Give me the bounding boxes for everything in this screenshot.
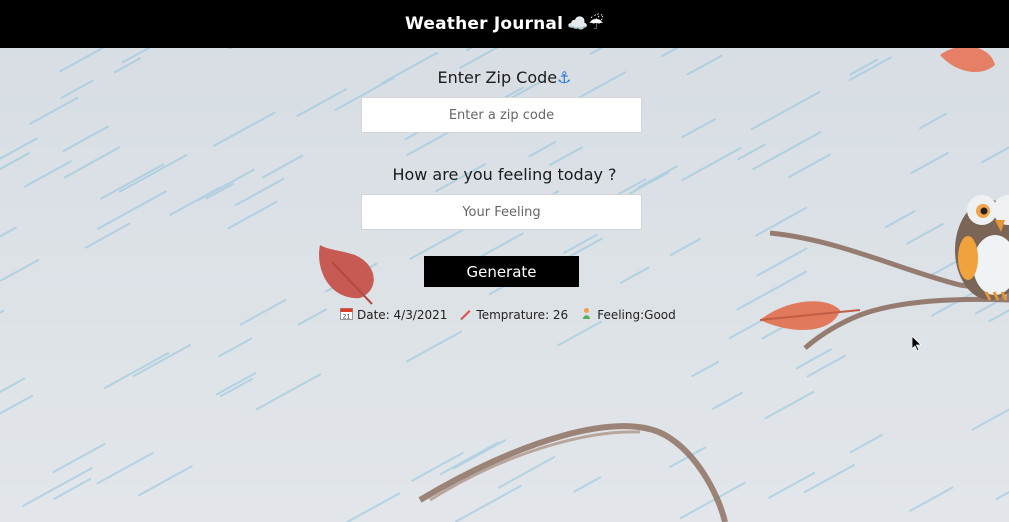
app-header: Weather Journal ☁️☔: [0, 0, 1009, 48]
mouse-cursor-icon: [911, 335, 922, 356]
generate-button[interactable]: Generate: [424, 256, 579, 287]
feeling-input[interactable]: [361, 194, 642, 230]
person-icon: [580, 307, 593, 323]
feeling-label: How are you feeling today ?: [392, 165, 617, 184]
pencil-icon: [459, 307, 472, 323]
zip-label-text: Enter Zip Code: [437, 68, 558, 87]
anchor-icon: ⚓: [557, 68, 572, 87]
date-text: Date: 4/3/2021: [357, 308, 448, 322]
temp-text: Temprature: 26: [476, 308, 569, 322]
feeling-entry: Feeling:Good: [580, 307, 676, 323]
date-entry: 21 Date: 4/3/2021: [340, 307, 447, 323]
journal-entry: 21 Date: 4/3/2021 Temprature: 26 Feeling…: [340, 307, 676, 323]
calendar-icon: 21: [340, 307, 353, 323]
app-title: Weather Journal: [405, 14, 564, 34]
zip-input[interactable]: [361, 97, 642, 133]
temp-entry: Temprature: 26: [459, 307, 568, 323]
svg-text:21: 21: [343, 314, 351, 321]
feeling-text: Feeling:Good: [597, 308, 676, 322]
weather-emoji-icon: ☁️☔: [567, 14, 604, 34]
zip-label: Enter Zip Code⚓: [0, 68, 1009, 87]
